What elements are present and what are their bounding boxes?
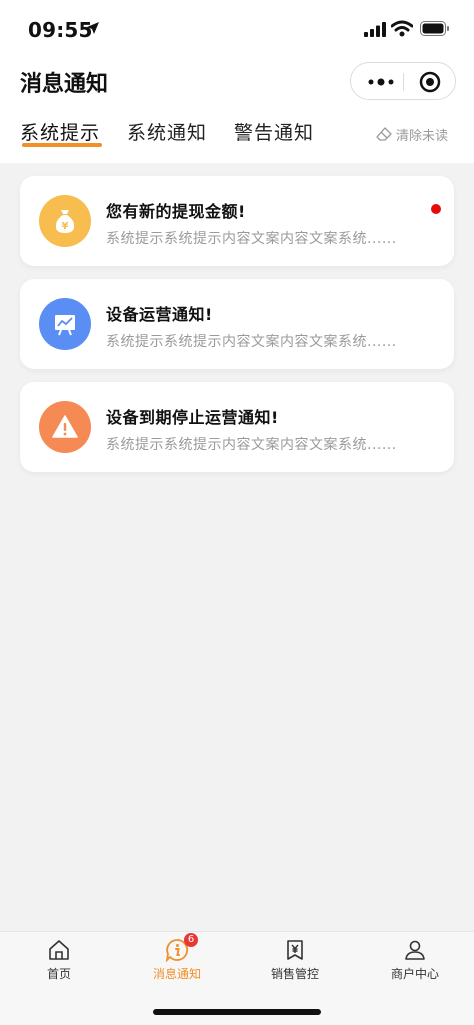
tabbar-label: 销售管控 <box>270 967 319 981</box>
message-title: 您有新的提现金额! <box>106 202 246 221</box>
clear-unread-button[interactable]: 清除未读 <box>376 124 448 144</box>
tabbar-label: 商户中心 <box>390 967 439 981</box>
warning-icon <box>52 415 78 438</box>
status-time: 09:55 <box>28 18 93 42</box>
user-icon <box>405 940 425 960</box>
tabbar-item-messages[interactable]: 6 消息通知 <box>118 932 236 992</box>
tabbar-item-home[interactable]: 首页 <box>0 932 118 992</box>
screen: 09:55 消息通知 系统提示 系统通知 警告通知 清除未读 ¥ 您有新的提现金… <box>0 0 474 1025</box>
message-card[interactable]: 设备到期停止运营通知! 系统提示系统提示内容文案内容文案系统...... <box>20 382 454 472</box>
tab-warning-notices[interactable]: 警告通知 <box>234 118 314 145</box>
eraser-icon <box>376 127 392 141</box>
tabbar-label: 消息通知 <box>152 967 201 981</box>
tab-system-notices[interactable]: 系统通知 <box>127 118 207 145</box>
bottom-tab-bar: 首页 6 消息通知 销售管控 商户中心 <box>0 931 474 1025</box>
active-tab-indicator <box>22 143 102 147</box>
tabbar-item-sales[interactable]: 销售管控 <box>236 932 354 992</box>
battery-icon <box>420 21 449 36</box>
message-text: 系统提示系统提示内容文案内容文案系统...... <box>106 231 397 247</box>
signal-icon <box>364 22 386 37</box>
top-area: 09:55 消息通知 系统提示 系统通知 警告通知 清除未读 <box>0 0 474 163</box>
message-icon-circle <box>39 298 91 350</box>
more-icon[interactable] <box>367 73 395 91</box>
close-target-icon[interactable] <box>419 71 441 93</box>
tabbar-label: 首页 <box>46 967 71 981</box>
tab-system-tips[interactable]: 系统提示 <box>20 118 100 145</box>
message-text: 系统提示系统提示内容文案内容文案系统...... <box>106 437 397 453</box>
capsule-divider <box>403 73 404 91</box>
clear-unread-label: 清除未读 <box>396 128 449 144</box>
message-icon-circle: ¥ <box>39 195 91 247</box>
mini-program-capsule <box>350 62 456 100</box>
wifi-icon <box>391 20 413 37</box>
home-icon <box>49 940 69 960</box>
tabbar-item-merchant[interactable]: 商户中心 <box>356 932 474 992</box>
sales-icon <box>287 940 303 960</box>
message-title: 设备到期停止运营通知! <box>106 408 279 427</box>
message-card[interactable]: 设备运营通知! 系统提示系统提示内容文案内容文案系统...... <box>20 279 454 369</box>
message-title: 设备运营通知! <box>106 305 213 324</box>
message-text: 系统提示系统提示内容文案内容文案系统...... <box>106 334 397 350</box>
message-card[interactable]: ¥ 您有新的提现金额! 系统提示系统提示内容文案内容文案系统...... <box>20 176 454 266</box>
message-count-badge: 6 <box>184 933 198 947</box>
svg-text:¥: ¥ <box>62 221 69 232</box>
home-indicator[interactable] <box>153 1009 321 1015</box>
chart-board-icon <box>55 315 75 336</box>
money-bag-icon: ¥ <box>55 210 75 233</box>
page-title: 消息通知 <box>20 72 109 97</box>
message-icon-circle <box>39 401 91 453</box>
unread-dot <box>431 204 441 214</box>
location-arrow-icon <box>87 22 99 34</box>
